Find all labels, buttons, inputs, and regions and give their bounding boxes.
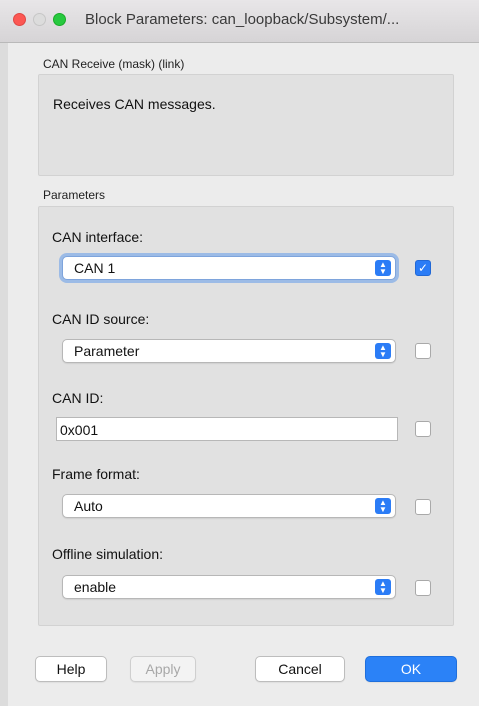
title-bar: Block Parameters: can_loopback/Subsystem…	[0, 0, 479, 43]
mask-section-label: CAN Receive (mask) (link)	[43, 57, 185, 71]
minimize-window-button[interactable]	[33, 13, 46, 26]
can-id-source-checkbox[interactable]	[415, 343, 431, 359]
can-interface-label: CAN interface:	[52, 229, 144, 245]
can-interface-checkbox[interactable]: ✓	[415, 260, 431, 276]
description-box: Receives CAN messages.	[38, 74, 454, 176]
can-id-source-select[interactable]: Parameter ▲ ▼	[62, 339, 396, 363]
close-window-button[interactable]	[13, 13, 26, 26]
offline-simulation-checkbox[interactable]	[415, 580, 431, 596]
select-stepper-icon: ▲ ▼	[375, 343, 391, 359]
description-text: Receives CAN messages.	[53, 96, 216, 112]
select-stepper-icon: ▲ ▼	[375, 579, 391, 595]
frame-format-label: Frame format:	[52, 466, 140, 482]
window-title: Block Parameters: can_loopback/Subsystem…	[85, 11, 400, 28]
can-id-label: CAN ID:	[52, 390, 104, 406]
frame-format-value: Auto	[74, 498, 103, 514]
select-stepper-icon: ▲ ▼	[375, 498, 391, 514]
offline-simulation-value: enable	[74, 579, 117, 595]
can-id-checkbox[interactable]	[415, 421, 431, 437]
can-id-input[interactable]: 0x001	[56, 417, 398, 441]
can-id-source-label: CAN ID source:	[52, 311, 150, 327]
cancel-button[interactable]: Cancel	[255, 656, 345, 682]
can-id-source-value: Parameter	[74, 343, 140, 359]
apply-button[interactable]: Apply	[130, 656, 196, 682]
window-edge	[0, 43, 8, 706]
can-id-value: 0x001	[60, 422, 99, 438]
offline-simulation-label: Offline simulation:	[52, 546, 164, 562]
parameters-section-label: Parameters	[43, 188, 106, 202]
ok-button[interactable]: OK	[365, 656, 457, 682]
frame-format-select[interactable]: Auto ▲ ▼	[62, 494, 396, 518]
offline-simulation-select[interactable]: enable ▲ ▼	[62, 575, 396, 599]
can-interface-select[interactable]: CAN 1 ▲ ▼	[62, 256, 396, 280]
select-stepper-icon: ▲ ▼	[375, 260, 391, 276]
zoom-window-button[interactable]	[53, 13, 66, 26]
can-interface-value: CAN 1	[74, 260, 116, 276]
frame-format-checkbox[interactable]	[415, 499, 431, 515]
help-button[interactable]: Help	[35, 656, 107, 682]
